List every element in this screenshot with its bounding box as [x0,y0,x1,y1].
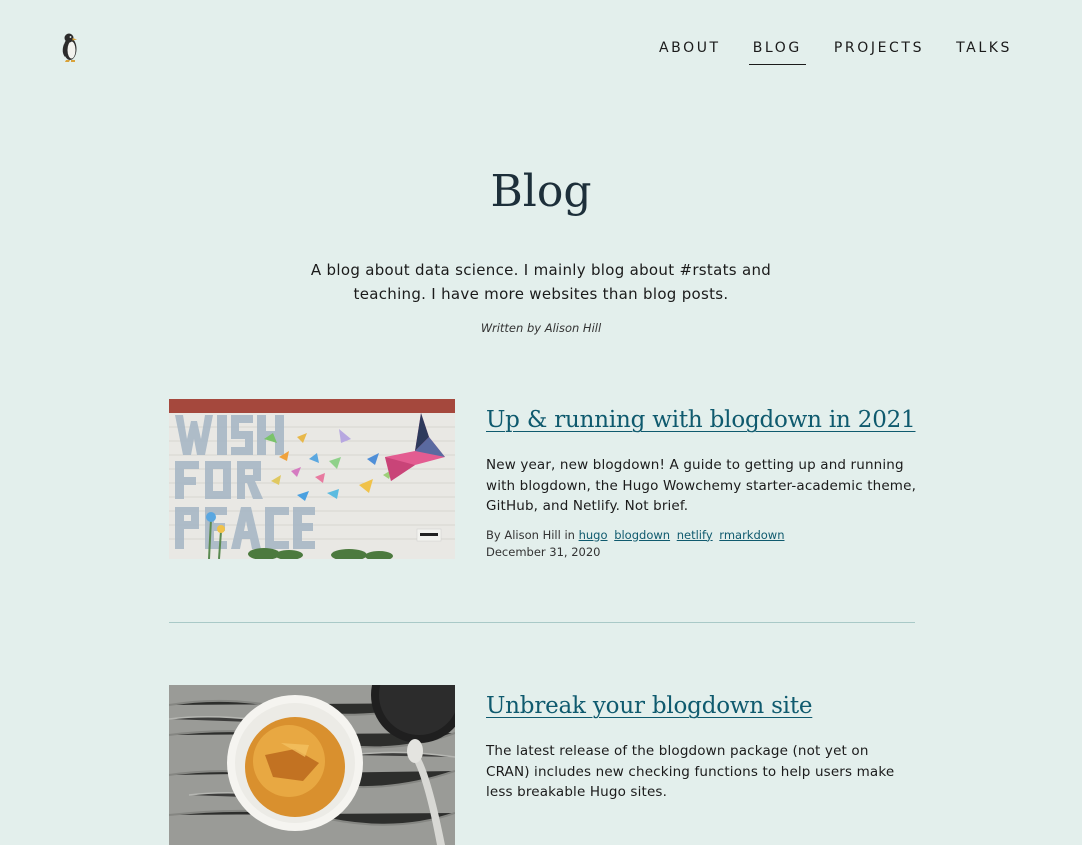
page-description: A blog about data science. I mainly blog… [310,261,772,303]
main-nav: ABOUT BLOG PROJECTS TALKS [631,38,1016,65]
penguin-logo-icon[interactable] [58,30,84,64]
post-author: By Alison Hill in [486,527,575,542]
post-summary: New year, new blogdown! A guide to getti… [486,457,917,514]
tag-link-blogdown[interactable]: blogdown [614,528,670,542]
site-header: ABOUT BLOG PROJECTS TALKS [0,0,1082,100]
tag-link-hugo[interactable]: hugo [579,528,608,542]
post-title-link[interactable]: Up & running with blogdown in 2021 [486,403,916,437]
post-summary: The latest release of the blogdown packa… [486,743,895,800]
page-byline: Written by Alison Hill [480,321,602,335]
post-divider [169,622,915,623]
creme-brulee-image[interactable] [169,685,455,845]
post-meta: By Alison Hill in hugo blogdown netlify … [486,527,916,561]
post-item: Up & running with blogdown in 2021 New y… [169,399,916,579]
post-item: Unbreak your blogdown site The latest re… [169,685,916,845]
nav-talks[interactable]: TALKS [952,38,1016,65]
wish-for-peace-mural-image[interactable] [169,399,455,559]
post-title-link[interactable]: Unbreak your blogdown site [486,689,916,723]
post-body: Up & running with blogdown in 2021 New y… [486,399,916,561]
post-date: December 31, 2020 [486,544,601,559]
tag-link-rmarkdown[interactable]: rmarkdown [719,528,784,542]
tag-link-netlify[interactable]: netlify [677,528,713,542]
page-title: Blog [490,166,592,217]
nav-about[interactable]: ABOUT [655,38,725,65]
nav-blog[interactable]: BLOG [748,38,806,65]
nav-projects[interactable]: PROJECTS [830,38,928,65]
post-body: Unbreak your blogdown site The latest re… [486,685,916,803]
